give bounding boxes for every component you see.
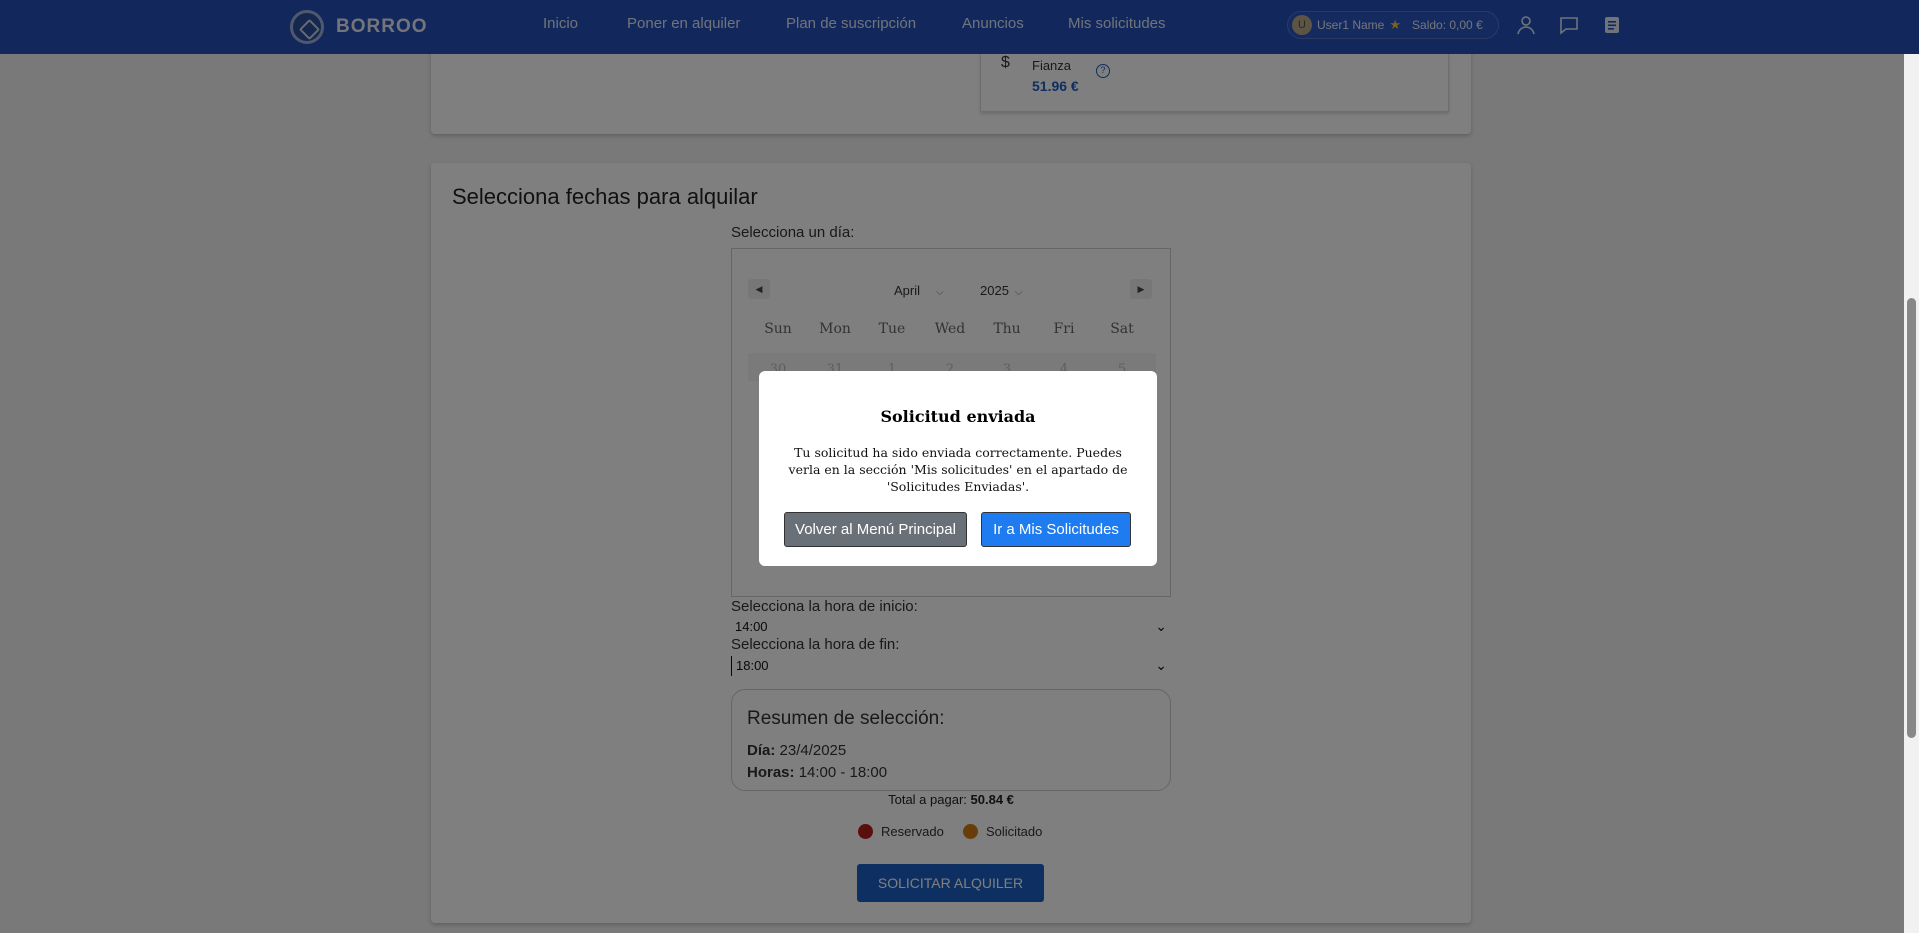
scrollbar-thumb[interactable] xyxy=(1907,298,1916,738)
dialog-message: Tu solicitud ha sido enviada correctamen… xyxy=(788,445,1128,494)
page-scrollbar[interactable] xyxy=(1904,54,1919,933)
success-dialog: Solicitud enviada Tu solicitud ha sido e… xyxy=(759,371,1157,566)
back-to-main-menu-button[interactable]: Volver al Menú Principal xyxy=(784,512,967,547)
go-to-requests-button[interactable]: Ir a Mis Solicitudes xyxy=(981,512,1131,547)
dialog-title: Solicitud enviada xyxy=(880,407,1036,426)
